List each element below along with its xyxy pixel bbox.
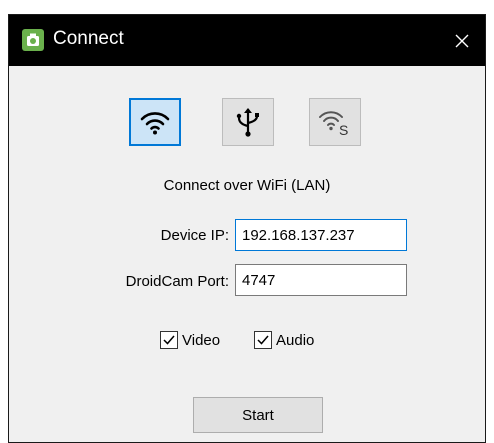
video-label: Video: [182, 331, 221, 349]
audio-checkbox[interactable]: Audio: [254, 331, 314, 349]
audio-checkbox-box[interactable]: [254, 331, 272, 349]
start-button[interactable]: Start: [193, 397, 323, 433]
video-checkbox[interactable]: Video: [160, 331, 220, 349]
audio-label: Audio: [276, 331, 315, 349]
video-checkbox-box[interactable]: [160, 331, 178, 349]
device-ip-input[interactable]: [235, 219, 407, 251]
close-button[interactable]: [439, 15, 485, 66]
wifi-icon: [140, 112, 170, 135]
title-bar: Connect: [9, 15, 485, 66]
port-label: DroidCam Port:: [125, 273, 229, 290]
close-icon: [455, 34, 469, 47]
connection-mode-subtitle: Connect over WiFi (LAN): [163, 177, 331, 194]
port-input[interactable]: [235, 264, 407, 296]
usb-mode-button[interactable]: [222, 98, 274, 146]
wifi-server-icon: S: [319, 111, 348, 137]
wifi-mode-button[interactable]: [129, 98, 181, 146]
check-icon: [257, 335, 269, 345]
wifi-server-glyph: S: [339, 122, 348, 137]
usb-icon: [236, 108, 259, 137]
wifi-server-mode-button[interactable]: S: [309, 98, 361, 146]
connect-window: Connect S Connect over WiFi (LAN) Device…: [8, 14, 486, 443]
window-title: Connect: [53, 28, 124, 49]
device-ip-label: Device IP:: [160, 227, 229, 244]
check-icon: [163, 335, 175, 345]
droidcam-camera-icon: [22, 29, 44, 51]
